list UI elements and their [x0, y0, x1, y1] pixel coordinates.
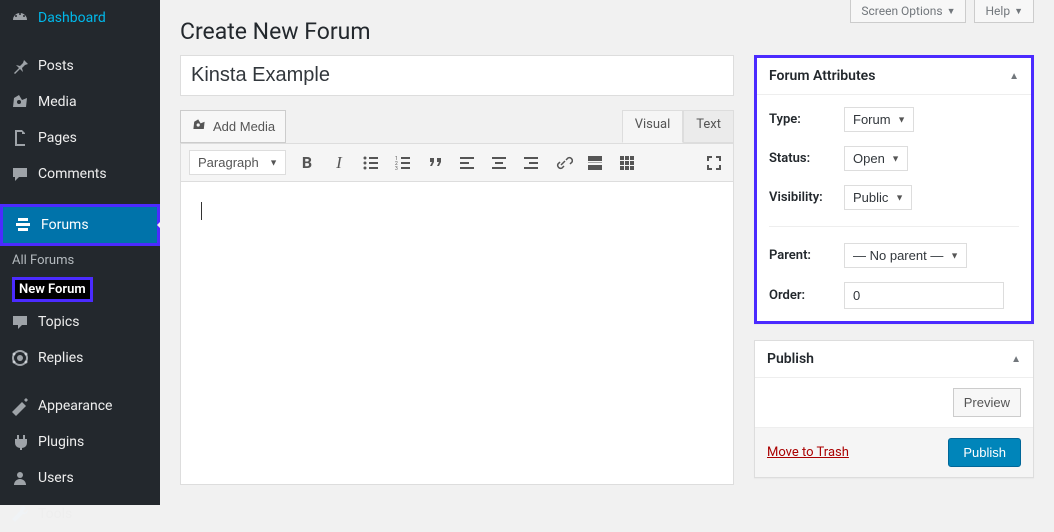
menu-label: Dashboard	[38, 10, 106, 26]
link-button[interactable]	[552, 152, 574, 174]
dashboard-icon	[10, 8, 30, 28]
menu-appearance[interactable]: Appearance	[0, 388, 160, 424]
chevron-up-icon: ▲	[1009, 71, 1019, 82]
menu-label: Forums	[41, 217, 89, 233]
menu-plugins[interactable]: Plugins	[0, 424, 160, 460]
bullet-list-button[interactable]	[360, 152, 382, 174]
readmore-button[interactable]	[584, 152, 606, 174]
publish-box: Publish ▲ Preview Move to Trash Publish	[754, 340, 1034, 478]
number-list-button[interactable]: 123	[392, 152, 414, 174]
tools-icon	[10, 504, 30, 524]
users-icon	[10, 468, 30, 488]
comment-icon	[10, 164, 30, 184]
menu-label: Plugins	[38, 434, 84, 450]
menu-topics[interactable]: Topics	[0, 304, 160, 340]
help-toggle[interactable]: Help▼	[974, 0, 1034, 23]
menu-label: Appearance	[38, 398, 112, 414]
tab-text[interactable]: Text	[683, 110, 734, 143]
forum-attributes-box: Forum Attributes ▲ Type: Forum Status: O…	[754, 55, 1034, 324]
status-select[interactable]: Open	[844, 146, 908, 171]
appearance-icon	[10, 396, 30, 416]
plugin-icon	[10, 432, 30, 452]
menu-users[interactable]: Users	[0, 460, 160, 496]
forums-icon	[13, 215, 33, 235]
menu-replies[interactable]: Replies	[0, 340, 160, 376]
toolbar-toggle-button[interactable]	[616, 152, 638, 174]
align-left-button[interactable]	[456, 152, 478, 174]
menu-label: Comments	[38, 166, 107, 182]
visibility-label: Visibility:	[769, 190, 844, 205]
move-to-trash-link[interactable]: Move to Trash	[767, 445, 849, 460]
type-label: Type:	[769, 112, 844, 127]
publish-button[interactable]: Publish	[948, 438, 1021, 467]
topics-icon	[10, 312, 30, 332]
publish-heading[interactable]: Publish ▲	[755, 341, 1033, 378]
menu-tools[interactable]: Tools	[0, 496, 160, 532]
menu-label: Topics	[38, 314, 79, 330]
admin-sidebar: Dashboard Posts Media Pages Comments For…	[0, 0, 160, 505]
parent-label: Parent:	[769, 248, 844, 263]
menu-label: Users	[38, 470, 74, 486]
menu-label: Media	[38, 94, 77, 110]
menu-forums[interactable]: Forums	[0, 204, 160, 246]
blockquote-button[interactable]	[424, 152, 446, 174]
align-right-button[interactable]	[520, 152, 542, 174]
visibility-select[interactable]: Public	[844, 185, 912, 210]
type-select[interactable]: Forum	[844, 107, 914, 132]
menu-pages[interactable]: Pages	[0, 120, 160, 156]
italic-button[interactable]: I	[328, 152, 350, 174]
forum-attributes-heading[interactable]: Forum Attributes ▲	[757, 58, 1031, 95]
editor-toolbar: Paragraph B I 123	[180, 143, 734, 182]
camera-icon	[191, 117, 207, 136]
chevron-down-icon: ▼	[1014, 6, 1023, 17]
pin-icon	[10, 56, 30, 76]
preview-button[interactable]: Preview	[953, 388, 1021, 417]
bold-button[interactable]: B	[296, 152, 318, 174]
svg-text:3: 3	[395, 166, 398, 172]
menu-dashboard[interactable]: Dashboard	[0, 0, 160, 36]
submenu-new-forum[interactable]: New Forum	[0, 275, 160, 304]
menu-label: Replies	[38, 350, 83, 366]
menu-posts[interactable]: Posts	[0, 48, 160, 84]
menu-comments[interactable]: Comments	[0, 156, 160, 192]
chevron-up-icon: ▲	[1011, 354, 1021, 365]
main-content: Screen Options▼ Help▼ Create New Forum A…	[160, 0, 1054, 505]
pages-icon	[10, 128, 30, 148]
fullscreen-button[interactable]	[703, 152, 725, 174]
media-icon	[10, 92, 30, 112]
tab-visual[interactable]: Visual	[622, 110, 684, 143]
content-editor[interactable]	[180, 182, 734, 485]
order-label: Order:	[769, 288, 844, 303]
menu-label: Pages	[38, 130, 77, 146]
submenu-all-forums[interactable]: All Forums	[0, 246, 160, 275]
status-label: Status:	[769, 151, 844, 166]
align-center-button[interactable]	[488, 152, 510, 174]
add-media-button[interactable]: Add Media	[180, 110, 286, 143]
menu-label: Posts	[38, 58, 74, 74]
parent-select[interactable]: — No parent —	[844, 243, 967, 268]
forum-title-input[interactable]	[180, 55, 734, 96]
screen-options-toggle[interactable]: Screen Options▼	[850, 0, 966, 23]
menu-label: Tools	[38, 506, 72, 522]
replies-icon	[10, 348, 30, 368]
chevron-down-icon: ▼	[947, 6, 956, 17]
menu-media[interactable]: Media	[0, 84, 160, 120]
format-select[interactable]: Paragraph	[189, 150, 286, 175]
order-input[interactable]	[844, 282, 1004, 309]
